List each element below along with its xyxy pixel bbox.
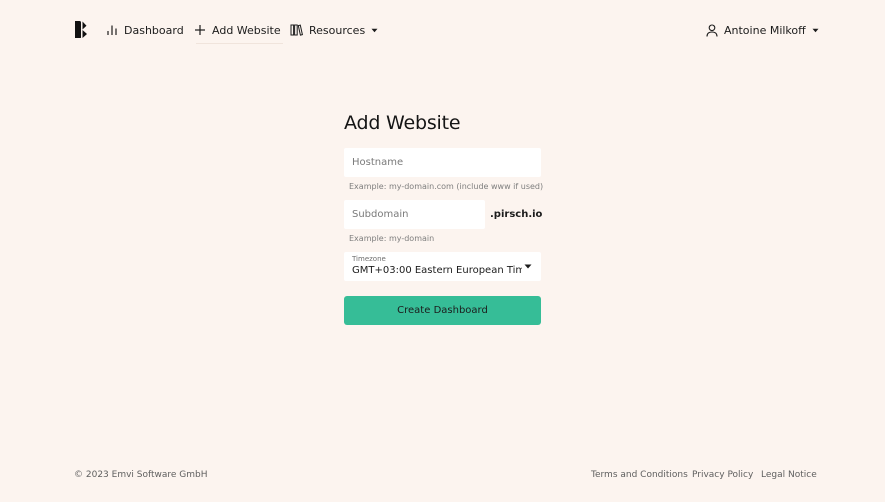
nav-dashboard-label: Dashboard xyxy=(124,23,184,37)
caret-down-icon xyxy=(524,264,532,269)
top-navigation: Dashboard Add Website Resources Antoine … xyxy=(0,0,885,60)
hostname-input[interactable] xyxy=(344,148,541,177)
footer: © 2023 Emvi Software GmbH Terms and Cond… xyxy=(0,468,885,484)
caret-down-icon xyxy=(812,28,819,32)
user-icon xyxy=(706,23,718,37)
page-title: Add Website xyxy=(344,112,461,134)
timezone-select[interactable]: Timezone GMT+03:00 Eastern European Time… xyxy=(344,252,541,281)
nav-resources[interactable]: Resources xyxy=(290,20,378,40)
books-icon xyxy=(290,24,303,36)
bar-chart-icon xyxy=(107,25,117,35)
user-menu[interactable]: Antoine Milkoff xyxy=(706,20,819,40)
subdomain-hint: Example: my-domain xyxy=(349,234,435,243)
pirsch-logo-icon[interactable] xyxy=(74,20,88,39)
subdomain-row: .pirsch.io xyxy=(344,200,543,229)
legal-notice-link[interactable]: Legal Notice xyxy=(761,470,817,480)
timezone-label: Timezone xyxy=(352,255,386,263)
add-website-form: Add Website Example: my-domain.com (incl… xyxy=(344,110,544,325)
privacy-link[interactable]: Privacy Policy xyxy=(692,470,753,480)
nav-add-website-label: Add Website xyxy=(212,23,281,37)
subdomain-suffix: .pirsch.io xyxy=(490,209,543,220)
caret-down-icon xyxy=(371,28,378,32)
user-name: Antoine Milkoff xyxy=(724,23,806,37)
nav-resources-label: Resources xyxy=(309,23,366,37)
plus-icon xyxy=(195,25,205,35)
timezone-value: GMT+03:00 Eastern European Time - xyxy=(352,265,522,276)
hostname-hint: Example: my-domain.com (include www if u… xyxy=(349,182,544,191)
nav-dashboard[interactable]: Dashboard xyxy=(106,20,184,40)
create-dashboard-button[interactable]: Create Dashboard xyxy=(344,296,541,325)
terms-link[interactable]: Terms and Conditions xyxy=(591,470,688,480)
subdomain-input[interactable] xyxy=(344,200,485,229)
nav-add-website[interactable]: Add Website xyxy=(194,20,283,44)
copyright: © 2023 Emvi Software GmbH xyxy=(74,470,208,480)
page: Dashboard Add Website Resources Antoine … xyxy=(0,0,885,502)
